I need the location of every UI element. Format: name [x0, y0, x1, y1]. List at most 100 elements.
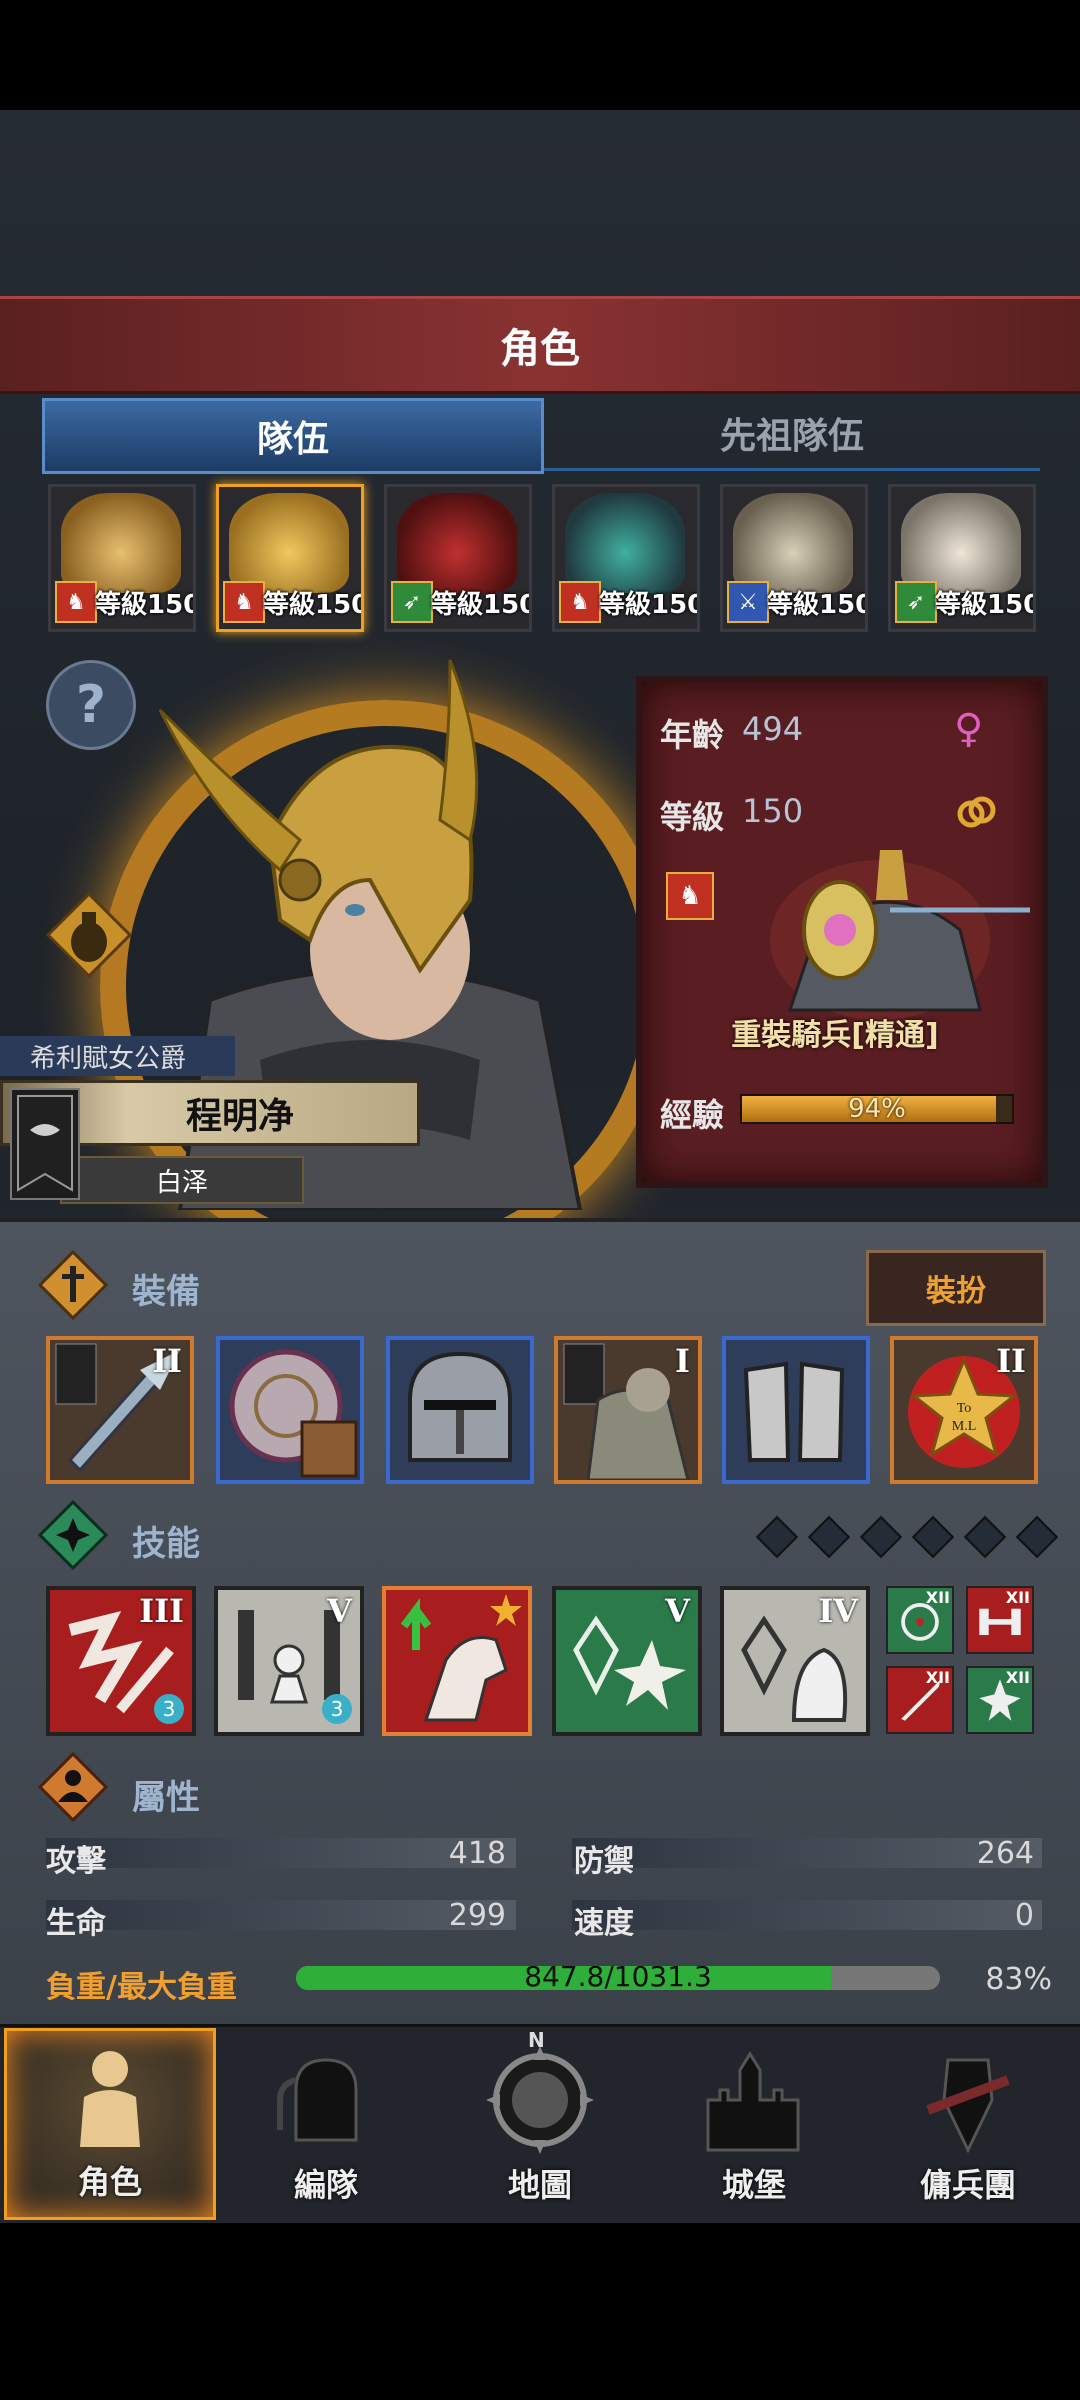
hero-portrait	[61, 493, 181, 593]
attack-label: 攻擊	[46, 1844, 106, 1879]
svg-text:M.L: M.L	[952, 1419, 977, 1434]
nav-mercenary[interactable]: 傭兵團	[862, 2028, 1074, 2220]
nav-map[interactable]: N 地圖	[434, 2028, 646, 2220]
equipment-slot-helmet[interactable]	[386, 1336, 534, 1484]
diamond-icon	[755, 1515, 799, 1559]
faction-banner-icon	[10, 1088, 80, 1200]
female-icon: ♀	[954, 706, 984, 752]
dress-up-button[interactable]: 裝扮	[866, 1250, 1046, 1326]
cavalry-class-icon: ♞	[223, 581, 265, 623]
exp-bar: 94%	[740, 1094, 1014, 1124]
hero-portrait	[229, 493, 349, 593]
speed-label: 速度	[574, 1906, 634, 1941]
roster-level: 等級150	[95, 590, 196, 620]
hero-title: 希利賦女公爵	[0, 1036, 235, 1076]
nav-label: 傭兵團	[919, 2166, 1016, 2204]
knight-icon	[80, 2051, 140, 2147]
diamond-icon	[1015, 1515, 1059, 1559]
dumbbell-skill-icon[interactable]: XII	[966, 1586, 1034, 1654]
burst-small-skill-icon[interactable]: XII	[966, 1666, 1034, 1734]
sword-icon	[38, 1250, 108, 1320]
mercenary-icon	[926, 2058, 1010, 2154]
potion-icon[interactable]	[44, 890, 134, 980]
skill-rank: V	[327, 1592, 352, 1630]
help-button[interactable]: ?	[46, 660, 136, 750]
roster-card-2[interactable]: ♞ 等級150	[216, 484, 364, 632]
skill-strike[interactable]: III 3	[46, 1586, 196, 1736]
shield-icon	[229, 1349, 358, 1478]
equipment-slot-shield[interactable]	[216, 1336, 364, 1484]
boots-icon	[743, 1361, 845, 1462]
unit-illustration	[770, 850, 1030, 1020]
exp-label: 經驗	[660, 1096, 725, 1134]
nav-label: 城堡	[721, 2166, 786, 2204]
nav-label: 地圖	[507, 2166, 572, 2204]
load-value: 847.8/1031.3	[524, 1966, 712, 1990]
roster-card-1[interactable]: ♞ 等級150	[48, 484, 196, 632]
skill-star-icon	[38, 1500, 108, 1570]
diamond-icon	[963, 1515, 1007, 1559]
load-label: 負重/最大負重	[46, 1970, 237, 2005]
cavalry-class-icon: ♞	[559, 581, 601, 623]
hp-value: 299	[448, 1898, 506, 1933]
skill-rank: III	[139, 1592, 184, 1630]
defense-label: 防禦	[574, 1844, 634, 1879]
diamond-icon	[911, 1515, 955, 1559]
roster-card-6[interactable]: ➶ 等級150	[888, 484, 1036, 632]
tab-team[interactable]: 隊伍	[42, 398, 544, 474]
horse-charge-icon	[400, 1594, 522, 1722]
sword-class-icon: ⚔	[727, 581, 769, 623]
skill-badge: 3	[154, 1694, 184, 1724]
skill-slot-indicators	[755, 1515, 1059, 1559]
hero-portrait	[397, 493, 517, 593]
hp-label: 生命	[46, 1906, 106, 1941]
nav-castle[interactable]: 城堡	[648, 2028, 860, 2220]
equipment-slot-weapon[interactable]: II	[46, 1336, 194, 1484]
archer-class-icon: ➶	[895, 581, 937, 623]
nav-formation[interactable]: 編隊	[220, 2028, 432, 2220]
age-label: 年齡	[660, 716, 725, 754]
medal-text: To	[957, 1401, 972, 1416]
diamond-icon	[807, 1515, 851, 1559]
nav-label: 角色	[77, 2163, 142, 2201]
skill-charge[interactable]	[382, 1586, 532, 1736]
target-skill-icon[interactable]: XII	[886, 1586, 954, 1654]
cavalry-class-icon: ♞	[666, 872, 714, 920]
roster-card-3[interactable]: ➶ 等級150	[384, 484, 532, 632]
equipment-rank: II	[152, 1342, 182, 1380]
page-title: 角色	[0, 296, 1080, 394]
exp-percent: 94%	[848, 1094, 906, 1124]
tab-ancestor-team[interactable]: 先祖隊伍	[544, 398, 1040, 471]
unit-class-name: 重裝騎兵[精通]	[731, 1018, 939, 1053]
helmet-icon	[408, 1351, 512, 1462]
equipment-slot-boots[interactable]	[722, 1336, 870, 1484]
nav-label: 編隊	[293, 2166, 358, 2204]
attack-value: 418	[448, 1836, 506, 1871]
roster-level: 等級150	[263, 590, 364, 620]
load-percent: 83%	[985, 1962, 1052, 1997]
roster-card-4[interactable]: ♞ 等級150	[552, 484, 700, 632]
skills-title: 技能	[132, 1524, 200, 1564]
roster-level: 等級150	[767, 590, 868, 620]
cavalry-class-icon: ♞	[55, 581, 97, 623]
load-bar: 847.8/1031.3	[296, 1966, 940, 1990]
skill-crystal[interactable]: IV	[720, 1586, 870, 1736]
age-value: 494	[742, 710, 804, 748]
person-icon	[38, 1752, 108, 1822]
compass-map-icon	[486, 2046, 594, 2154]
roster-level: 等級150	[599, 590, 700, 620]
hero-subname: 白泽	[60, 1156, 304, 1204]
nav-character[interactable]: 角色	[4, 2028, 216, 2220]
equipment-slot-medal[interactable]: To M.L II	[890, 1336, 1038, 1484]
compass-north: N	[528, 2028, 545, 2052]
skill-burst[interactable]: V	[552, 1586, 702, 1736]
sword-skill-icon[interactable]: XII	[886, 1666, 954, 1734]
hero-portrait	[733, 493, 853, 593]
skill-guard[interactable]: V 3	[214, 1586, 364, 1736]
equipment-slot-armor[interactable]: I	[554, 1336, 702, 1484]
attributes-title: 屬性	[132, 1778, 200, 1818]
hero-portrait	[565, 493, 685, 593]
equipment-rank: I	[675, 1342, 690, 1380]
roster-card-5[interactable]: ⚔ 等級150	[720, 484, 868, 632]
skill-badge: 3	[322, 1694, 352, 1724]
